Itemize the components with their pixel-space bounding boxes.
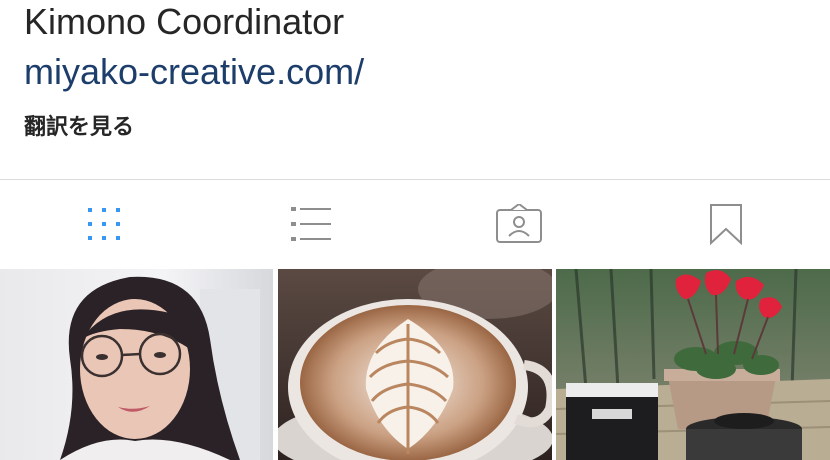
tab-saved[interactable] — [623, 180, 830, 268]
portrait-photo — [0, 269, 273, 460]
see-translation-button[interactable]: 翻訳を見る — [24, 114, 134, 142]
post-tile[interactable] — [278, 269, 552, 460]
latte-art-photo — [278, 269, 552, 460]
tab-grid[interactable] — [0, 180, 208, 268]
grid-icon — [87, 208, 120, 240]
bookmark-icon — [710, 204, 743, 245]
list-icon — [291, 207, 332, 241]
website-link[interactable]: miyako-creative.com/ — [24, 52, 364, 92]
tagged-person-icon — [495, 204, 542, 243]
profile-name: Kimono Coordinator — [24, 1, 345, 42]
flower-tea-photo — [556, 269, 830, 460]
post-tile[interactable] — [556, 269, 830, 460]
profile-tabs — [0, 180, 830, 268]
tab-tagged[interactable] — [415, 180, 623, 268]
post-tile[interactable] — [0, 269, 273, 460]
post-grid — [0, 269, 830, 460]
profile-bio: Kimono Coordinator miyako-creative.com/ … — [0, 0, 830, 180]
tab-list[interactable] — [208, 180, 416, 268]
